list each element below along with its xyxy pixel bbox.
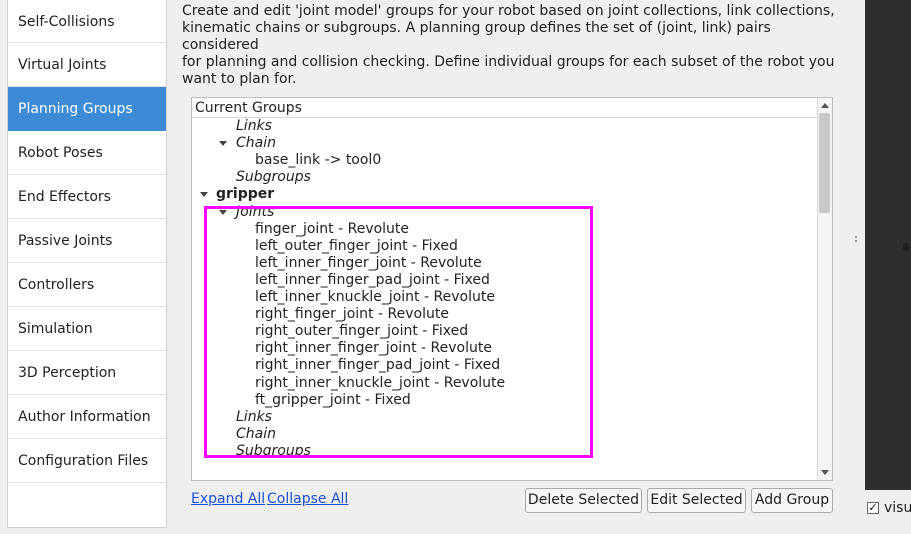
tree-row-label: finger_joint - Revolute xyxy=(255,220,410,237)
tree-row[interactable]: right_inner_finger_joint - Revolute xyxy=(192,340,817,357)
edit-selected-button[interactable]: Edit Selected xyxy=(647,488,746,513)
tree-body[interactable]: Links Chain base_link -> tool0 Subgroups gri… xyxy=(192,118,817,480)
tree-row[interactable]: Subgroups xyxy=(192,443,817,460)
expand-all-link[interactable]: Expand All xyxy=(191,491,265,507)
tree-row-label: right_inner_finger_joint - Revolute xyxy=(255,340,492,357)
splitter[interactable] xyxy=(851,0,865,534)
tree-row[interactable]: right_finger_joint - Revolute xyxy=(192,306,817,323)
tree-row[interactable]: Joints xyxy=(192,204,817,221)
tree-row-label: Chain xyxy=(236,135,276,152)
scrollbar-thumb[interactable] xyxy=(819,113,830,213)
tree-row-label: left_outer_finger_joint - Fixed xyxy=(255,237,458,254)
visual-checkbox[interactable]: ✓ xyxy=(867,502,879,514)
tree-row[interactable]: Chain xyxy=(192,135,817,152)
tree-row-label: base_link -> tool0 xyxy=(255,152,382,169)
tree-row-label: Links xyxy=(236,118,272,134)
delete-selected-button[interactable]: Delete Selected xyxy=(525,488,642,513)
tree-header: Current Groups xyxy=(192,98,817,118)
tree-row-label: right_finger_joint - Revolute xyxy=(255,306,449,323)
tree-row[interactable]: left_outer_finger_joint - Fixed xyxy=(192,238,817,255)
tree-row[interactable]: left_inner_finger_pad_joint - Fixed xyxy=(192,272,817,289)
sidebar-item-simulation[interactable]: Simulation xyxy=(8,307,166,351)
sidebar-item-end-effectors[interactable]: End Effectors xyxy=(8,175,166,219)
tree-row-label: left_inner_knuckle_joint - Revolute xyxy=(255,289,495,305)
sidebar-item-configuration-files[interactable]: Configuration Files xyxy=(8,439,166,483)
description-line: want to plan for. xyxy=(182,71,297,87)
current-groups-tree[interactable]: Current Groups Links Chain base_link -> to… xyxy=(191,97,833,481)
sidebar-item-author-information[interactable]: Author Information xyxy=(8,395,166,439)
tree-row-label: Links xyxy=(236,408,272,425)
tree-vertical-scrollbar[interactable] xyxy=(817,98,832,480)
scroll-down-arrow-icon[interactable] xyxy=(818,465,832,479)
tree-row[interactable]: left_inner_knuckle_joint - Revolute xyxy=(192,289,817,306)
tree-row[interactable]: ft_gripper_joint - Fixed xyxy=(192,392,817,409)
sidebar-item-robot-poses[interactable]: Robot Poses xyxy=(8,131,166,175)
expand-arrow-icon[interactable] xyxy=(219,209,227,215)
tree-row[interactable]: gripper xyxy=(192,186,817,203)
tree-row-label: Chain xyxy=(236,425,276,442)
tree-row-label: right_inner_finger_pad_joint - Fixed xyxy=(255,357,501,374)
page-description: Create and edit 'joint model' groups for… xyxy=(182,3,842,88)
splitter-grip-icon[interactable] xyxy=(855,236,859,244)
tree-row[interactable]: Subgroups xyxy=(192,169,817,186)
expand-arrow-icon[interactable] xyxy=(200,192,208,198)
tree-row[interactable]: right_outer_finger_joint - Fixed xyxy=(192,323,817,340)
tree-row[interactable]: Links xyxy=(192,409,817,426)
sidebar-item-3d-perception[interactable]: 3D Perception xyxy=(8,351,166,395)
sidebar-item-virtual-joints[interactable]: Virtual Joints xyxy=(8,43,166,87)
tree-row-label: left_inner_finger_joint - Revolute xyxy=(255,254,482,271)
tree-row[interactable]: right_inner_finger_pad_joint - Fixed xyxy=(192,357,817,374)
sidebar-item-self-collisions[interactable]: Self-Collisions xyxy=(8,0,166,43)
expand-arrow-icon[interactable] xyxy=(219,141,227,147)
tree-row-label: gripper xyxy=(216,186,275,203)
tree-row-label: right_inner_knuckle_joint - Revolute xyxy=(255,374,506,391)
tree-row[interactable]: base_link -> tool0 xyxy=(192,152,817,169)
sidebar-item-planning-groups[interactable]: Planning Groups xyxy=(8,87,166,131)
tree-row[interactable]: right_inner_knuckle_joint - Revolute xyxy=(192,375,817,392)
tree-row-label: Subgroups xyxy=(236,442,311,459)
sidebar-nav: Self-Collisions Virtual Joints Planning Gr… xyxy=(7,0,167,528)
description-line: kinematic chains or subgroups. A plannin… xyxy=(182,20,771,53)
tree-row[interactable]: Links xyxy=(192,118,817,135)
description-line: for planning and collision checking. Def… xyxy=(182,54,835,70)
visual-checkbox-label: visu xyxy=(884,500,911,516)
tree-row[interactable]: left_inner_finger_joint - Revolute xyxy=(192,255,817,272)
tree-row[interactable]: Chain xyxy=(192,426,817,443)
tree-row-label: Subgroups xyxy=(236,169,311,186)
tree-row-label: left_inner_finger_pad_joint - Fixed xyxy=(255,271,490,288)
collapse-all-link[interactable]: Collapse All xyxy=(267,491,348,507)
scroll-up-arrow-icon[interactable] xyxy=(818,99,832,113)
tree-row-label: Joints xyxy=(236,203,275,220)
tree-row[interactable]: finger_joint - Revolute xyxy=(192,221,817,238)
sidebar-item-controllers[interactable]: Controllers xyxy=(8,263,166,307)
description-line: Create and edit 'joint model' groups for… xyxy=(182,3,835,19)
tree-row-label: ft_gripper_joint - Fixed xyxy=(255,391,411,408)
tree-row-label: right_outer_finger_joint - Fixed xyxy=(255,323,469,340)
sidebar-item-passive-joints[interactable]: Passive Joints xyxy=(8,219,166,263)
viewport-marker xyxy=(903,243,909,251)
add-group-button[interactable]: Add Group xyxy=(751,488,833,513)
